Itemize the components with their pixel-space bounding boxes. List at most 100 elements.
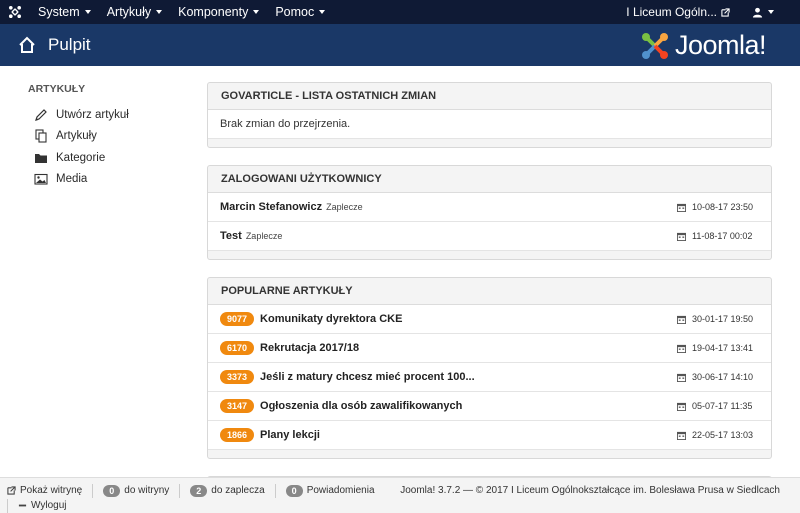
date-text: 10-08-17 23:50	[692, 202, 754, 212]
table-row: 1866 Plany lekcji 22-05-17 13:03	[208, 421, 771, 450]
caret-down-icon	[768, 10, 774, 14]
article-title-link[interactable]: Ogłoszenia dla osób zawalifikowanych	[260, 400, 462, 412]
notifications-status[interactable]: 0 Powiadomienia	[285, 483, 375, 498]
caret-down-icon	[84, 10, 91, 14]
article-title-link[interactable]: Jeśli z matury chcesz mieć procent 100..…	[260, 371, 475, 383]
article-title-link[interactable]: Komunikaty dyrektora CKE	[260, 313, 402, 325]
menu-articles[interactable]: Artykuły	[99, 0, 170, 24]
status-divider	[179, 483, 181, 498]
module-empty-row: Brak zmian do przejrzenia.	[208, 110, 771, 139]
row-date: 10-08-17 23:50	[677, 202, 759, 212]
menu-help-label: Pomoc	[275, 5, 315, 19]
admin-users-status: 2 do zaplecza	[190, 483, 265, 498]
menu-components[interactable]: Komponenty	[170, 0, 267, 24]
image-icon	[34, 174, 48, 185]
show-site-link[interactable]: Pokaż witrynę	[7, 483, 82, 498]
pencil-icon	[35, 108, 47, 121]
logout-label: Wyloguj	[31, 500, 67, 511]
row-user: Marcin Stefanowicz Zaplecze	[220, 201, 677, 213]
admin-users-label: do zaplecza	[211, 485, 265, 496]
folder-icon	[35, 153, 47, 163]
joomla-menu-icon[interactable]	[0, 0, 30, 24]
site-users-count: 0	[103, 484, 121, 497]
sidebar-item-label: Artykuły	[56, 130, 97, 143]
user-name-link[interactable]: Test	[220, 230, 242, 242]
hits-badge: 1866	[220, 428, 255, 442]
row-article: 1866 Plany lekcji	[220, 428, 677, 442]
table-row: 9077 Komunikaty dyrektora CKE 30-01-17 1…	[208, 305, 771, 334]
date-text: 11-08-17 00:02	[692, 231, 753, 241]
calendar-icon	[677, 203, 686, 212]
hits-badge: 3373	[220, 370, 255, 384]
page-header: Pulpit Joomla!	[0, 24, 800, 66]
hits-badge: 3147	[220, 399, 255, 413]
sidebar-item-create-article[interactable]: Utwórz artykuł	[28, 104, 188, 126]
sidebar-item-categories[interactable]: Kategorie	[28, 147, 188, 169]
home-icon	[19, 36, 35, 53]
date-text: 05-07-17 11:35	[692, 401, 753, 411]
calendar-icon	[677, 402, 686, 411]
module-footer	[208, 251, 771, 259]
row-article: 3373 Jeśli z matury chcesz mieć procent …	[220, 370, 677, 384]
row-article: 9077 Komunikaty dyrektora CKE	[220, 312, 677, 326]
joomla-logo-icon	[641, 32, 668, 59]
calendar-icon	[677, 431, 686, 440]
caret-down-icon	[156, 10, 163, 14]
sidebar-item-articles[interactable]: Artykuły	[28, 126, 188, 148]
hits-badge: 9077	[220, 312, 255, 326]
sidebar-item-label: Kategorie	[56, 151, 106, 164]
row-date: 30-01-17 19:50	[677, 314, 759, 324]
sidebar-item-label: Utwórz artykuł	[56, 108, 129, 121]
joomla-logo: Joomla!	[640, 30, 767, 61]
notifications-count: 0	[285, 484, 303, 497]
dashboard-modules: GOVARTICLE - LISTA OSTATNICH ZMIAN Brak …	[207, 82, 772, 488]
status-left: Pokaż witrynę 0 do witryny 2 do zaplecza…	[7, 483, 387, 513]
row-date: 11-08-17 00:02	[677, 231, 759, 241]
top-navbar: System Artykuły Komponenty Pomoc I Liceu…	[0, 0, 800, 24]
sidebar-item-media[interactable]: Media	[28, 169, 188, 191]
user-name-link[interactable]: Marcin Stefanowicz	[220, 201, 322, 213]
row-date: 30-06-17 14:10	[677, 372, 759, 382]
status-divider	[274, 483, 276, 498]
copy-icon	[35, 129, 47, 143]
user-menu[interactable]	[740, 7, 800, 18]
module-footer	[208, 450, 771, 458]
user-client: Zaplecze	[326, 202, 363, 212]
date-text: 22-05-17 13:03	[692, 430, 754, 440]
show-site-label: Pokaż witrynę	[20, 485, 83, 496]
logout-link[interactable]: Wyloguj	[18, 498, 66, 513]
site-users-status: 0 do witryny	[103, 483, 169, 498]
notifications-label: Powiadomienia	[306, 485, 375, 496]
module-govarticle: GOVARTICLE - LISTA OSTATNICH ZMIAN Brak …	[207, 82, 772, 148]
page-title: Pulpit	[48, 35, 91, 54]
table-row: 3373 Jeśli z matury chcesz mieć procent …	[208, 363, 771, 392]
external-link-icon	[7, 486, 16, 495]
row-article: 3147 Ogłoszenia dla osób zawalifikowanyc…	[220, 399, 677, 413]
article-title-link[interactable]: Plany lekcji	[260, 429, 320, 441]
menu-system[interactable]: System	[30, 0, 99, 24]
site-users-label: do witryny	[124, 485, 170, 496]
sidebar: ARTYKUŁY Utwórz artykuł Artykuły Kategor…	[28, 83, 188, 190]
navbar-right: I Liceum Ogóln...	[616, 0, 800, 24]
minus-icon	[18, 504, 27, 507]
site-link-label: I Liceum Ogóln...	[626, 5, 717, 19]
user-icon	[752, 7, 763, 18]
menu-articles-label: Artykuły	[106, 5, 152, 19]
menu-help[interactable]: Pomoc	[267, 0, 333, 24]
hits-badge: 6170	[220, 341, 255, 355]
table-row: Marcin Stefanowicz Zaplecze 10-08-17 23:…	[208, 193, 771, 222]
row-article: 6170 Rekrutacja 2017/18	[220, 341, 677, 355]
row-date: 05-07-17 11:35	[677, 401, 759, 411]
module-popular-articles: POPULARNE ARTYKUŁY 9077 Komunikaty dyrek…	[207, 277, 772, 459]
article-title-link[interactable]: Rekrutacja 2017/18	[260, 342, 359, 354]
calendar-icon	[677, 373, 686, 382]
date-text: 30-01-17 19:50	[692, 314, 754, 324]
site-link[interactable]: I Liceum Ogóln...	[616, 5, 740, 19]
sidebar-heading: ARTYKUŁY	[28, 83, 86, 95]
table-row: 6170 Rekrutacja 2017/18 19-04-17 13:41	[208, 334, 771, 363]
calendar-icon	[677, 232, 686, 241]
calendar-icon	[677, 344, 686, 353]
calendar-icon	[677, 315, 686, 324]
module-footer	[208, 139, 771, 147]
joomla-logo-text: Joomla!	[674, 30, 767, 60]
